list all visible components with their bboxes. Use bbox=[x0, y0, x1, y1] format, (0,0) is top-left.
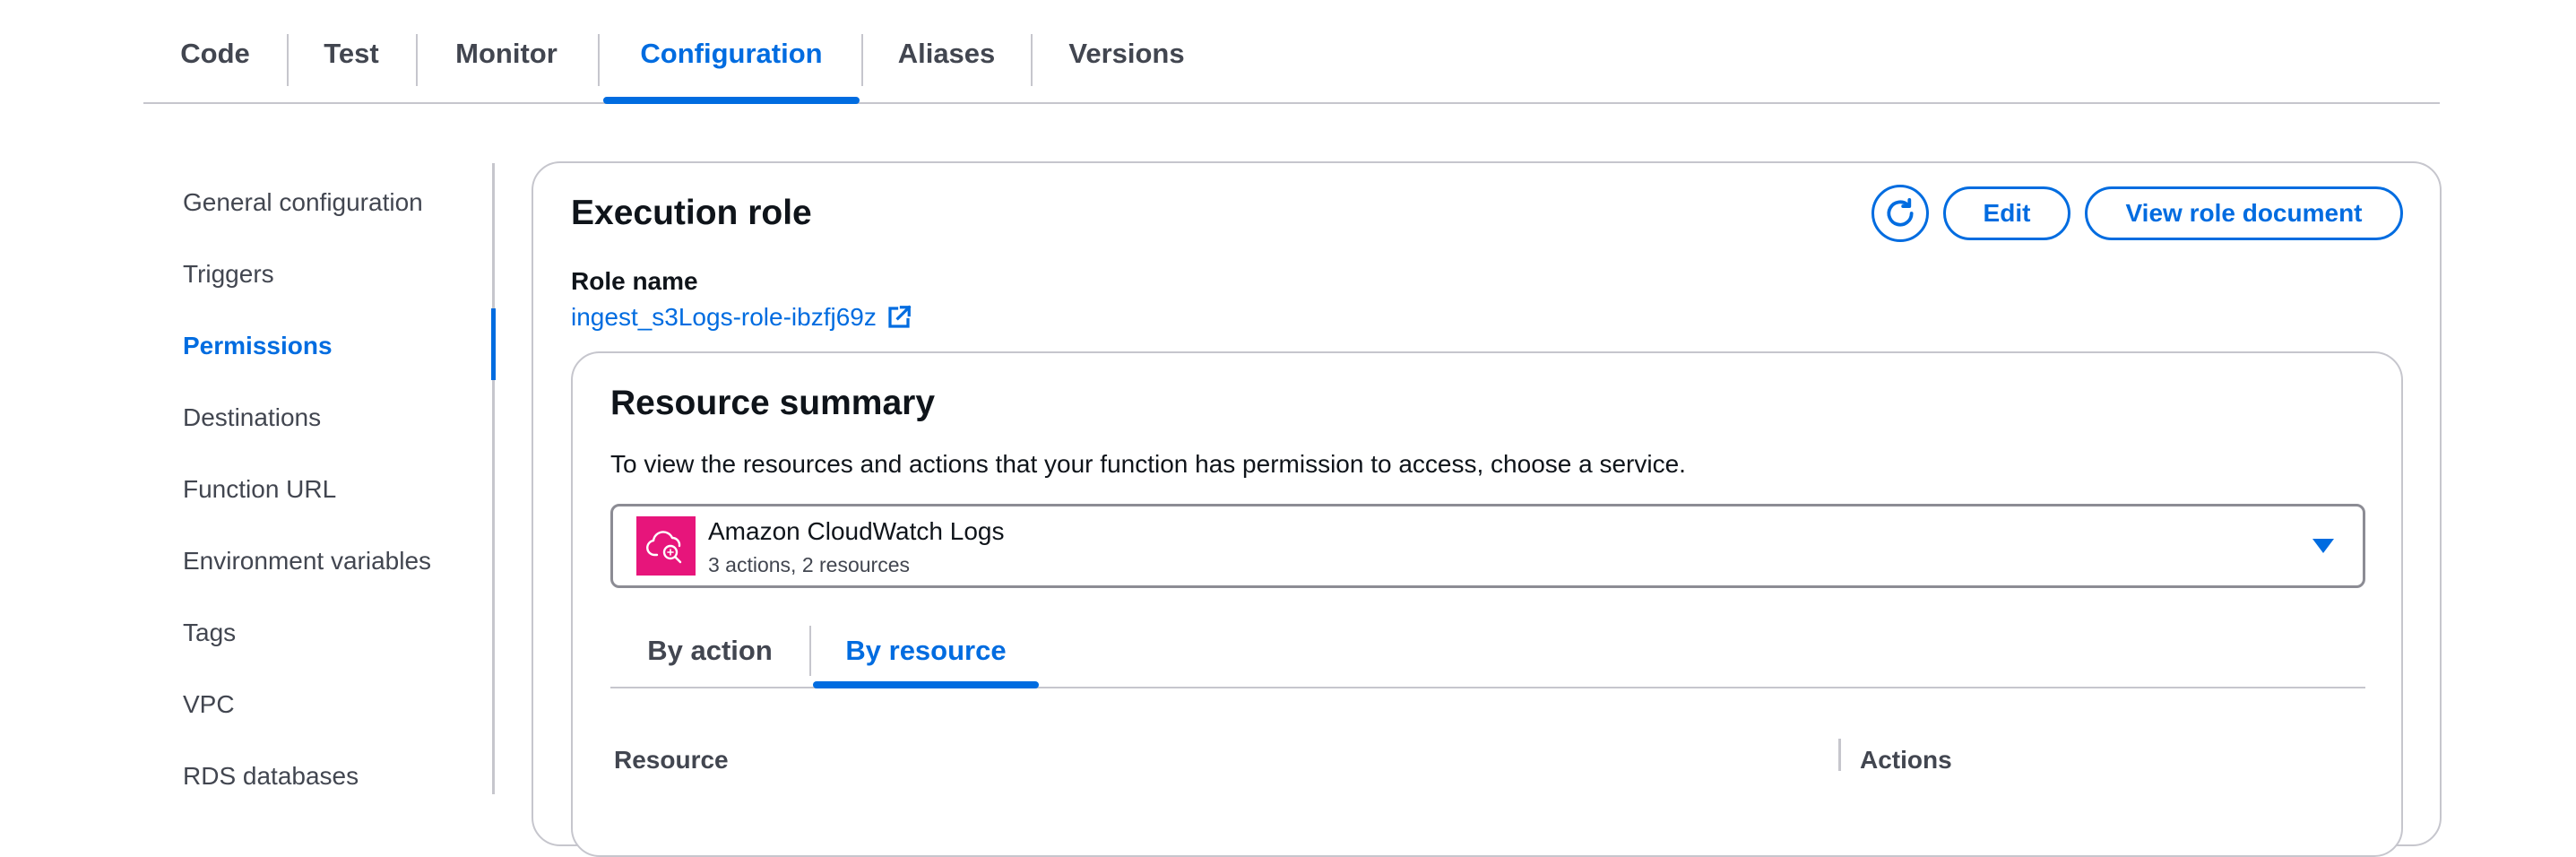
tab-by-action[interactable]: By action bbox=[610, 615, 809, 687]
sidebar-item-rds-databases[interactable]: RDS databases bbox=[183, 762, 359, 791]
sidebar-item-general-configuration[interactable]: General configuration bbox=[183, 188, 423, 217]
refresh-icon bbox=[1883, 196, 1917, 230]
external-link-icon bbox=[886, 304, 912, 331]
resource-summary-card: Resource summary To view the resources a… bbox=[571, 351, 2403, 857]
role-name-text: ingest_s3Logs-role-ibzfj69z bbox=[571, 303, 877, 331]
tab-aliases-label: Aliases bbox=[897, 38, 996, 69]
role-name-link[interactable]: ingest_s3Logs-role-ibzfj69z bbox=[571, 303, 912, 332]
tab-monitor[interactable]: Monitor bbox=[418, 0, 595, 102]
service-meta: 3 actions, 2 resources bbox=[708, 553, 911, 576]
side-nav-divider bbox=[492, 163, 495, 794]
sidebar-item-environment-variables[interactable]: Environment variables bbox=[183, 547, 431, 576]
column-header-actions[interactable]: Actions bbox=[1860, 746, 1952, 775]
function-tabs: Code Test Monitor Configuration Aliases … bbox=[143, 0, 2440, 104]
tab-aliases[interactable]: Aliases bbox=[863, 0, 1030, 102]
tab-monitor-label: Monitor bbox=[455, 38, 558, 69]
resource-view-tabs: By action By resource bbox=[610, 615, 2365, 688]
tab-divider bbox=[809, 626, 811, 676]
sidebar-item-triggers[interactable]: Triggers bbox=[183, 260, 274, 289]
sidebar-item-function-url[interactable]: Function URL bbox=[183, 475, 336, 504]
sidebar-item-destinations[interactable]: Destinations bbox=[183, 403, 321, 432]
column-resizer[interactable] bbox=[1838, 739, 1841, 771]
tab-configuration[interactable]: Configuration bbox=[603, 0, 860, 104]
service-name: Amazon CloudWatch Logs bbox=[708, 517, 1005, 545]
tab-versions[interactable]: Versions bbox=[1033, 0, 1221, 102]
role-name-label: Role name bbox=[571, 267, 698, 295]
view-role-document-button[interactable]: View role document bbox=[2085, 186, 2403, 240]
column-header-resource[interactable]: Resource bbox=[614, 746, 729, 775]
tab-test-label: Test bbox=[324, 38, 379, 69]
tab-test[interactable]: Test bbox=[289, 0, 414, 102]
execution-role-title: Execution role bbox=[571, 194, 812, 232]
resource-summary-description: To view the resources and actions that y… bbox=[610, 450, 1686, 478]
sidebar-item-vpc[interactable]: VPC bbox=[183, 690, 235, 719]
cloudwatch-logs-icon bbox=[636, 516, 696, 576]
tab-code[interactable]: Code bbox=[143, 0, 287, 102]
execution-role-card: Execution role Edit View role document R… bbox=[532, 161, 2442, 857]
sidebar-item-tags[interactable]: Tags bbox=[183, 619, 236, 647]
tab-divider bbox=[598, 34, 600, 86]
refresh-button[interactable] bbox=[1871, 185, 1929, 242]
tab-configuration-label: Configuration bbox=[640, 38, 823, 69]
sidebar-item-permissions[interactable]: Permissions bbox=[183, 332, 333, 360]
tab-code-label: Code bbox=[180, 38, 250, 69]
caret-down-icon bbox=[2312, 539, 2334, 553]
tab-versions-label: Versions bbox=[1068, 38, 1185, 69]
resource-summary-title: Resource summary bbox=[610, 384, 936, 422]
tab-by-resource[interactable]: By resource bbox=[813, 615, 1039, 688]
edit-button[interactable]: Edit bbox=[1943, 186, 2070, 240]
service-select[interactable]: Amazon CloudWatch Logs 3 actions, 2 reso… bbox=[610, 504, 2365, 588]
side-nav-active-indicator bbox=[491, 308, 496, 380]
